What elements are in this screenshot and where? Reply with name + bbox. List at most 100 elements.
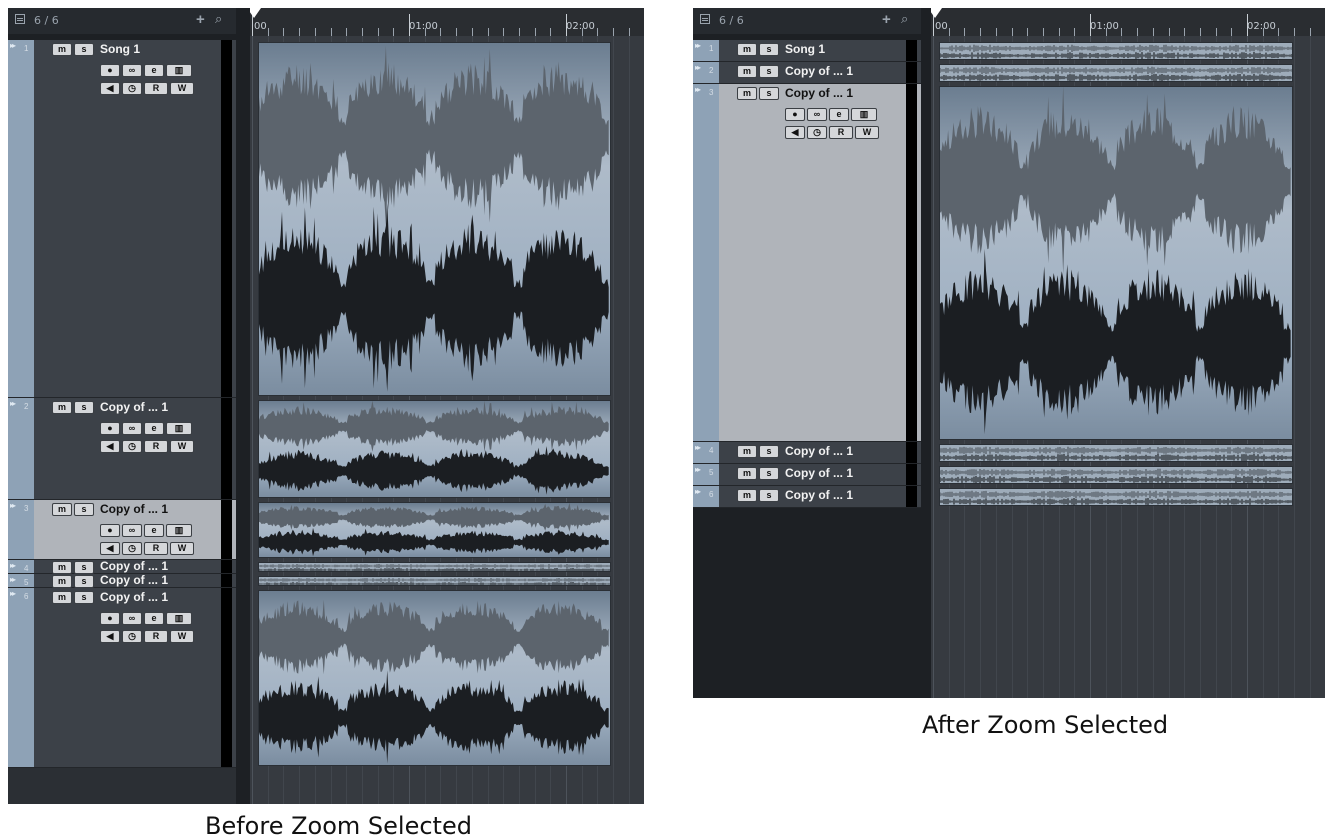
monitor-button[interactable]: ∞ <box>807 108 827 121</box>
track-color-strip[interactable]: ▸▸ <box>693 84 719 441</box>
monitor-button[interactable]: ∞ <box>122 422 142 435</box>
track-name[interactable]: Copy of ... 1 <box>785 64 853 78</box>
audio-clip[interactable] <box>258 562 611 572</box>
audio-clip[interactable] <box>939 86 1293 440</box>
audio-clip[interactable] <box>939 466 1293 484</box>
track-header-6[interactable]: ▸▸ 6 m s Copy of ... 1 <box>693 486 921 508</box>
track-color-strip[interactable]: ▸▸ <box>693 62 719 83</box>
write-automation-button[interactable]: W <box>855 126 879 139</box>
track-name[interactable]: Copy of ... 1 <box>785 86 853 100</box>
playhead-marker[interactable] <box>250 8 261 18</box>
record-enable-button[interactable]: ● <box>785 108 805 121</box>
expand-icon[interactable]: ▸▸ <box>10 399 16 408</box>
audio-clip[interactable] <box>258 400 611 498</box>
mute-button[interactable]: m <box>52 561 72 574</box>
solo-button[interactable]: s <box>759 65 779 78</box>
track-color-strip[interactable]: ▸▸ <box>8 398 34 499</box>
track-name[interactable]: Copy of ... 1 <box>100 559 168 573</box>
timebase-button[interactable]: ◷ <box>122 82 142 95</box>
read-automation-button[interactable]: R <box>829 126 853 139</box>
track-header-3[interactable]: ▸▸ 3 m s Copy of ... 1 ● ∞ e ▥ ◀ ◷ R W <box>8 500 236 560</box>
track-name[interactable]: Copy of ... 1 <box>785 466 853 480</box>
expand-icon[interactable]: ▸▸ <box>695 41 701 50</box>
timeline-ruler[interactable]: 00 01:00 02:00 <box>250 8 644 36</box>
expand-icon[interactable]: ▸▸ <box>695 443 701 452</box>
expand-icon[interactable]: ▸▸ <box>10 501 16 510</box>
track-color-strip[interactable]: ▸▸ <box>693 442 719 463</box>
mute-button[interactable]: m <box>737 445 757 458</box>
track-color-strip[interactable]: ▸▸ <box>8 500 34 559</box>
solo-button[interactable]: s <box>759 445 779 458</box>
track-name[interactable]: Song 1 <box>100 42 140 56</box>
audio-clip[interactable] <box>939 444 1293 462</box>
speaker-button[interactable]: ◀ <box>785 126 805 139</box>
expand-icon[interactable]: ▸▸ <box>695 487 701 496</box>
expand-icon[interactable]: ▸▸ <box>10 575 16 584</box>
edit-channel-button[interactable]: e <box>144 64 164 77</box>
track-color-strip[interactable]: ▸▸ <box>8 588 34 767</box>
track-color-strip[interactable]: ▸▸ <box>8 40 34 397</box>
timebase-button[interactable]: ◷ <box>807 126 827 139</box>
audio-clip[interactable] <box>939 42 1293 60</box>
mute-button[interactable]: m <box>52 575 72 588</box>
record-enable-button[interactable]: ● <box>100 524 120 537</box>
write-automation-button[interactable]: W <box>170 82 194 95</box>
playhead-marker[interactable] <box>931 8 942 18</box>
solo-button[interactable]: s <box>74 575 94 588</box>
track-name[interactable]: Copy of ... 1 <box>100 400 168 414</box>
track-header-2[interactable]: ▸▸ 2 m s Copy of ... 1 ● ∞ e ▥ ◀ ◷ R W <box>8 398 236 500</box>
mute-button[interactable]: m <box>737 467 757 480</box>
track-name[interactable]: Copy of ... 1 <box>100 573 168 587</box>
track-header-4[interactable]: ▸▸ 4 m s Copy of ... 1 <box>8 559 236 574</box>
mute-button[interactable]: m <box>737 43 757 56</box>
solo-button[interactable]: s <box>759 87 779 100</box>
track-header-2[interactable]: ▸▸ 2 m s Copy of ... 1 <box>693 62 921 84</box>
add-track-icon[interactable]: + <box>882 11 891 28</box>
record-enable-button[interactable]: ● <box>100 422 120 435</box>
audio-clip[interactable] <box>939 488 1293 506</box>
edit-channel-button[interactable]: e <box>144 524 164 537</box>
lanes-button[interactable]: ▥ <box>166 64 192 77</box>
audio-clip[interactable] <box>939 64 1293 82</box>
track-header-3[interactable]: ▸▸ 3 m s Copy of ... 1 ● ∞ e ▥ ◀ ◷ R W <box>693 84 921 442</box>
track-color-strip[interactable]: ▸▸ <box>693 40 719 61</box>
solo-button[interactable]: s <box>74 401 94 414</box>
track-color-strip[interactable]: ▸▸ <box>8 560 34 573</box>
track-header-5[interactable]: ▸▸ 5 m s Copy of ... 1 <box>693 464 921 486</box>
lanes-button[interactable]: ▥ <box>166 612 192 625</box>
track-header-6[interactable]: ▸▸ 6 m s Copy of ... 1 ● ∞ e ▥ ◀ ◷ R W <box>8 588 236 768</box>
track-color-strip[interactable]: ▸▸ <box>693 464 719 485</box>
track-header-4[interactable]: ▸▸ 4 m s Copy of ... 1 <box>693 442 921 464</box>
read-automation-button[interactable]: R <box>144 82 168 95</box>
edit-channel-button[interactable]: e <box>144 422 164 435</box>
audio-clip[interactable] <box>258 42 611 396</box>
solo-button[interactable]: s <box>74 561 94 574</box>
read-automation-button[interactable]: R <box>144 630 168 643</box>
edit-channel-button[interactable]: e <box>144 612 164 625</box>
track-name[interactable]: Copy of ... 1 <box>785 444 853 458</box>
solo-button[interactable]: s <box>74 591 94 604</box>
solo-button[interactable]: s <box>74 43 94 56</box>
track-header-1[interactable]: ▸▸ 1 m s Song 1 <box>693 40 921 62</box>
audio-clip[interactable] <box>258 576 611 586</box>
lanes-button[interactable]: ▥ <box>851 108 877 121</box>
solo-button[interactable]: s <box>759 489 779 502</box>
track-color-strip[interactable]: ▸▸ <box>8 574 34 587</box>
add-track-icon[interactable]: + <box>196 11 205 28</box>
track-name[interactable]: Copy of ... 1 <box>785 488 853 502</box>
expand-icon[interactable]: ▸▸ <box>10 561 16 570</box>
write-automation-button[interactable]: W <box>170 630 194 643</box>
edit-channel-button[interactable]: e <box>829 108 849 121</box>
solo-button[interactable]: s <box>759 467 779 480</box>
mute-button[interactable]: m <box>737 87 757 100</box>
speaker-button[interactable]: ◀ <box>100 82 120 95</box>
record-enable-button[interactable]: ● <box>100 612 120 625</box>
mute-button[interactable]: m <box>737 489 757 502</box>
track-list-icon[interactable] <box>700 14 710 24</box>
solo-button[interactable]: s <box>74 503 94 516</box>
mute-button[interactable]: m <box>52 401 72 414</box>
timebase-button[interactable]: ◷ <box>122 440 142 453</box>
arrange-grid[interactable] <box>931 36 1325 698</box>
audio-clip[interactable] <box>258 502 611 558</box>
expand-icon[interactable]: ▸▸ <box>695 63 701 72</box>
